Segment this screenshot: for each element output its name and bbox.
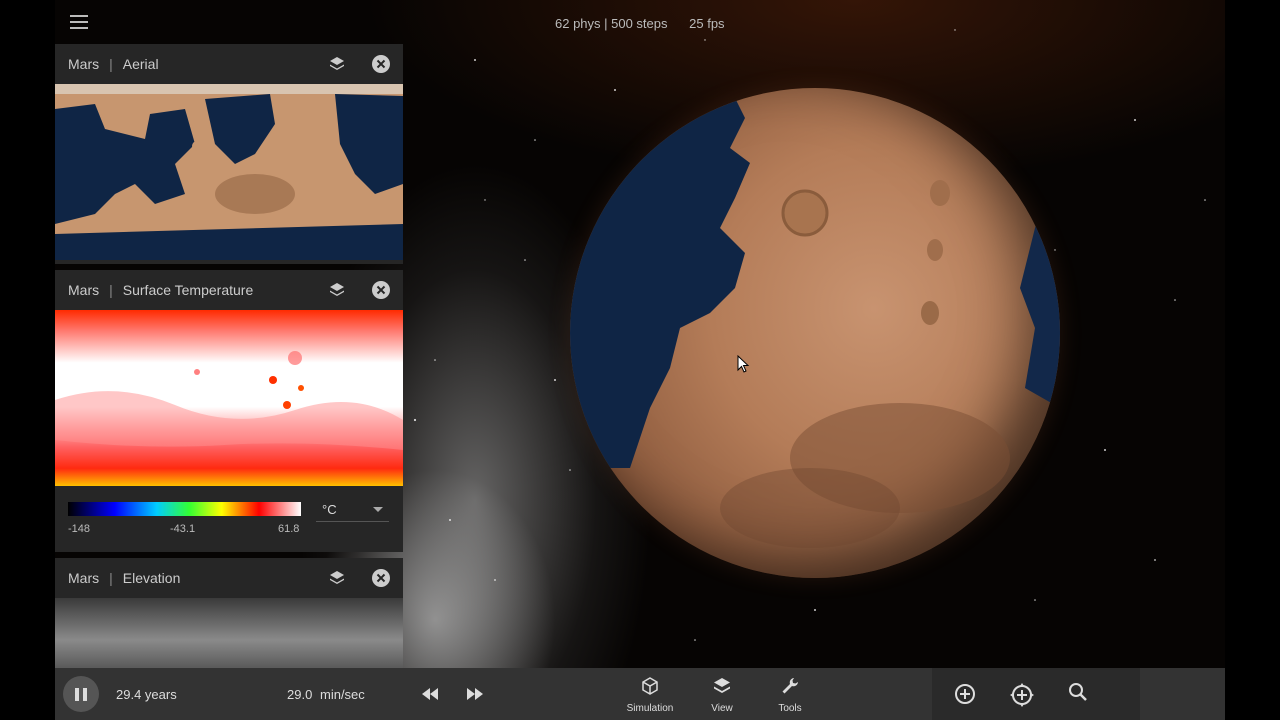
camera-controls	[932, 668, 1140, 720]
surface-temperature-panel: Mars | Surface Temperature -148 -43.1 61…	[55, 270, 403, 552]
layers-icon	[714, 678, 730, 693]
search-icon[interactable]	[1068, 682, 1088, 702]
map-title: Surface Temperature	[122, 282, 254, 298]
mouse-cursor-icon	[737, 355, 750, 373]
simulation-label: Simulation	[626, 703, 674, 714]
layers-icon[interactable]	[325, 52, 349, 76]
fast-forward-icon[interactable]	[465, 685, 485, 703]
cube-icon	[642, 677, 658, 695]
aerial-map-panel: Mars | Aerial	[55, 44, 403, 264]
rewind-icon[interactable]	[420, 685, 440, 703]
color-scale-bar	[68, 502, 301, 516]
tools-button[interactable]: Tools	[760, 676, 820, 714]
mars-globe[interactable]	[570, 88, 1060, 578]
panel-header: Mars | Surface Temperature	[55, 270, 403, 310]
close-icon[interactable]	[369, 278, 393, 302]
rate-unit: min/sec	[320, 687, 365, 702]
unit-value: °C	[322, 502, 337, 517]
recenter-icon[interactable]	[1009, 682, 1035, 708]
zoom-in-icon[interactable]	[953, 682, 977, 706]
view-button[interactable]: View	[692, 676, 752, 714]
pause-icon[interactable]	[63, 676, 99, 712]
close-icon[interactable]	[369, 566, 393, 590]
rate-value[interactable]: 29.0	[287, 687, 312, 702]
layers-icon[interactable]	[325, 278, 349, 302]
wrench-icon	[782, 678, 798, 694]
temperature-map-image[interactable]	[55, 310, 403, 486]
aerial-map-image[interactable]	[55, 84, 403, 260]
legend-mid: -43.1	[170, 523, 196, 535]
panel-header: Mars | Aerial	[55, 44, 403, 84]
temperature-legend: -148 -43.1 61.8 °C	[55, 486, 403, 548]
space-viewport[interactable]: 62 phys | 500 steps 25 fps Mars | Aerial	[55, 0, 1225, 668]
legend-min: -148	[68, 523, 91, 535]
planet-name: Mars	[68, 570, 100, 586]
time-elapsed: 29.4 years	[116, 687, 177, 702]
letterbox-left	[0, 0, 55, 720]
fps-counter: 25 fps	[689, 16, 725, 31]
bottom-toolbar: 29.4 years 29.0 min/sec Simulation View …	[55, 668, 1225, 720]
planet-name: Mars	[68, 56, 100, 72]
chevron-down-icon	[373, 507, 383, 512]
close-icon[interactable]	[369, 52, 393, 76]
letterbox-right	[1225, 0, 1280, 720]
simulation-button[interactable]: Simulation	[620, 676, 680, 714]
map-title: Elevation	[122, 570, 181, 586]
menu-icon[interactable]	[68, 12, 90, 32]
elevation-panel: Mars | Elevation	[55, 558, 403, 668]
view-label: View	[711, 703, 733, 714]
unit-dropdown[interactable]: °C	[316, 498, 389, 522]
layers-icon[interactable]	[325, 566, 349, 590]
map-title: Aerial	[122, 56, 159, 72]
legend-max: 61.8	[278, 523, 300, 535]
panel-header: Mars | Elevation	[55, 558, 403, 598]
physics-stats: 62 phys | 500 steps	[555, 16, 668, 31]
tools-label: Tools	[778, 703, 802, 714]
planet-name: Mars	[68, 282, 100, 298]
performance-stats: 62 phys | 500 steps 25 fps	[555, 16, 725, 31]
elevation-map-image[interactable]	[55, 598, 403, 668]
